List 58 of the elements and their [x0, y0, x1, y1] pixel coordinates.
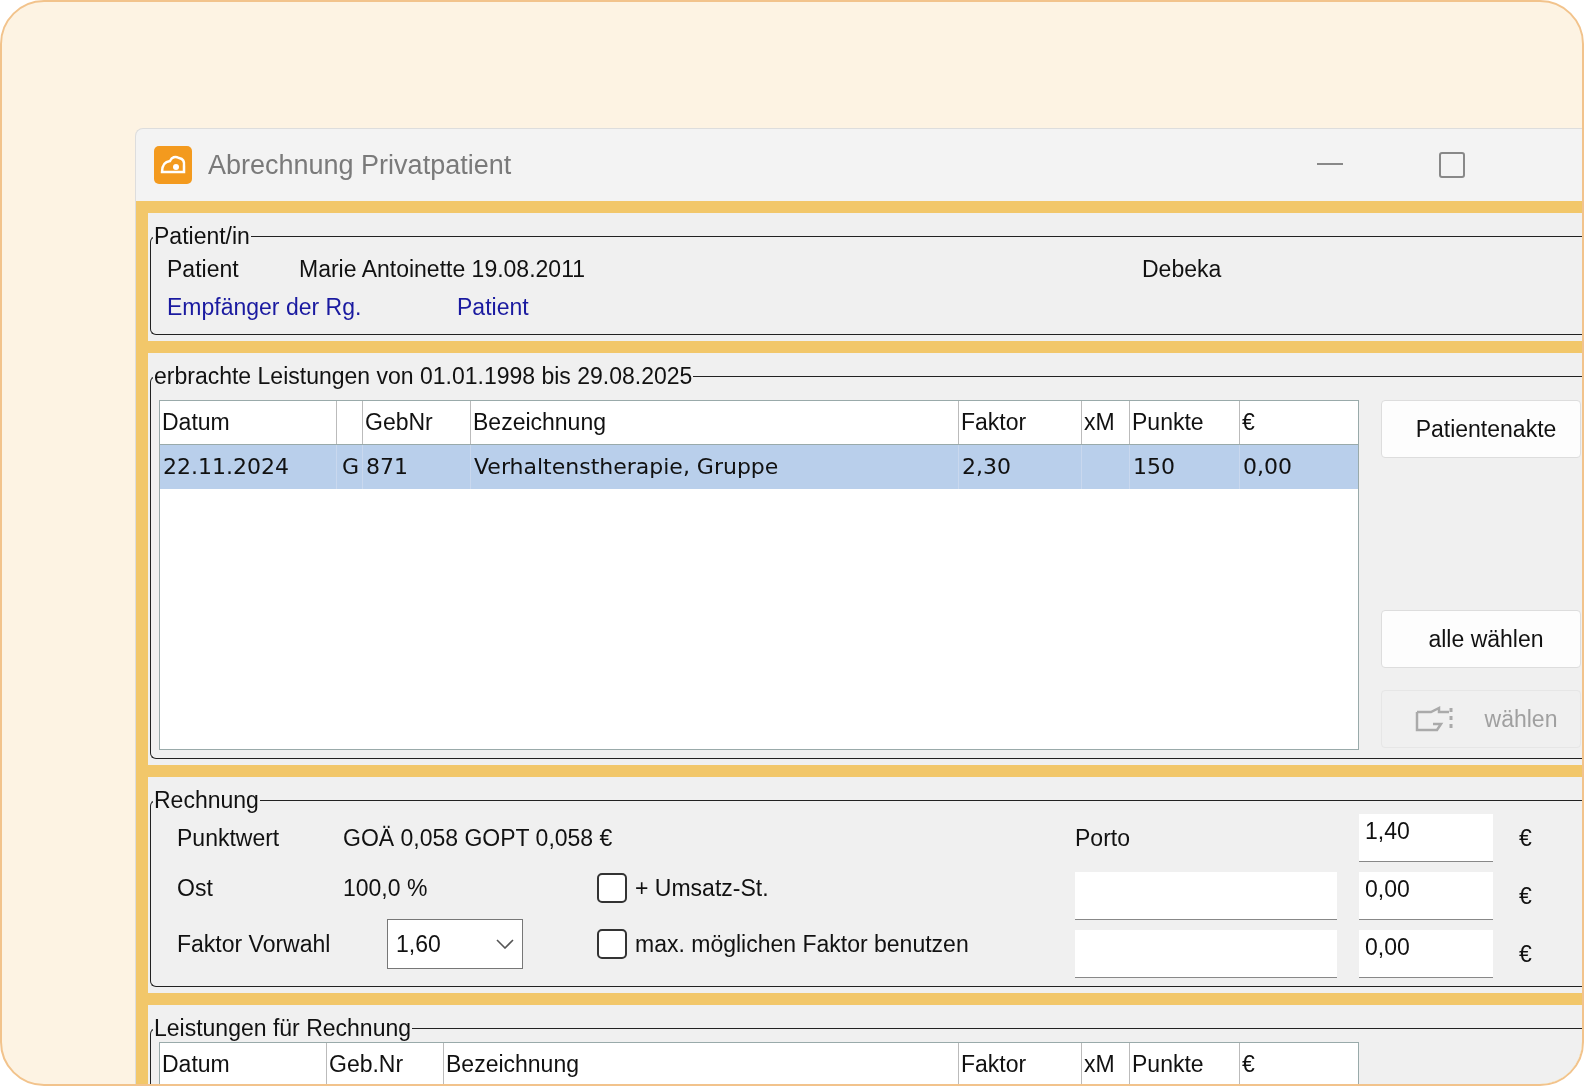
field-label: Faktor Vorwahl	[177, 930, 332, 958]
minimize-icon[interactable]	[1317, 163, 1344, 167]
app-icon	[154, 146, 192, 184]
column-header[interactable]: Faktor	[959, 401, 1082, 444]
table-cell: 871	[366, 454, 408, 479]
column-header[interactable]: Faktor	[959, 1043, 1082, 1084]
recipient-value: Patient	[457, 293, 529, 321]
insurer-value: Debeka	[1142, 255, 1222, 283]
column-header[interactable]: Punkte	[1130, 1043, 1240, 1084]
field-label: Porto	[1075, 824, 1131, 852]
column-header[interactable]: Bezeichnung	[444, 1043, 959, 1084]
column-header[interactable]: Datum	[160, 1043, 327, 1084]
text-field[interactable]	[1075, 872, 1337, 920]
checkbox-label: max. möglichen Faktor benutzen	[635, 930, 969, 958]
text-field[interactable]	[1075, 930, 1337, 978]
pointing-hand-icon	[1414, 704, 1455, 734]
column-header[interactable]: GebNr	[363, 401, 471, 444]
window-title: Abrechnung Privatpatient	[208, 149, 512, 181]
currency-label: €	[1519, 940, 1532, 968]
group-title: Leistungen für Rechnung	[153, 1015, 413, 1042]
factor-dropdown[interactable]: 1,60	[387, 919, 523, 969]
table-cell: G	[341, 454, 359, 479]
group-title: Patient/in	[153, 223, 251, 250]
column-header[interactable]: €	[1240, 401, 1358, 444]
column-header[interactable]: Punkte	[1130, 401, 1240, 444]
ost-value: 100,0 %	[343, 874, 429, 902]
field-label: Punktwert	[177, 824, 281, 852]
column-header[interactable]: Bezeichnung	[471, 401, 959, 444]
amount-field[interactable]: 0,00	[1359, 872, 1493, 920]
field-label: Ost	[177, 874, 214, 902]
chevron-down-icon	[496, 939, 514, 949]
column-header[interactable]: Geb.Nr	[327, 1043, 444, 1084]
table-cell: 0,00	[1243, 454, 1292, 479]
column-header[interactable]: xM	[1082, 401, 1130, 444]
column-header[interactable]: Datum	[160, 401, 337, 444]
checkbox-label: + Umsatz-St.	[635, 874, 769, 902]
group-title: Rechnung	[153, 787, 260, 814]
punktwert-value: GOÄ 0,058 GOPT 0,058 €	[343, 824, 613, 852]
column-header[interactable]: xM	[1082, 1043, 1130, 1084]
field-label: Patient	[167, 255, 240, 283]
patient-value: Marie Antoinette 19.08.2011	[299, 255, 586, 283]
column-header[interactable]: €	[1240, 1043, 1358, 1084]
table-row[interactable]: 22.11.2024 G 871 Verhaltenstherapie, Gruppe 2,30 150 0,00	[160, 445, 1358, 489]
currency-label: €	[1519, 882, 1532, 910]
field-label: Empfänger der Rg.	[167, 293, 363, 321]
table-cell: Verhaltenstherapie, Gruppe	[474, 454, 779, 479]
action-button[interactable]: alle wählen	[1381, 610, 1581, 668]
action-button[interactable]: Patientenakte	[1381, 400, 1581, 458]
checkbox[interactable]	[597, 873, 627, 903]
amount-field[interactable]: 0,00	[1359, 930, 1493, 978]
maximize-icon[interactable]	[1439, 152, 1466, 178]
table-cell: 22.11.2024	[163, 454, 289, 479]
checkbox[interactable]	[597, 929, 627, 959]
amount-field[interactable]: 1,40	[1359, 814, 1493, 862]
table-cell: 2,30	[962, 454, 1011, 479]
group-title: erbrachte Leistungen von 01.01.1998 bis 29.08.2025	[153, 363, 694, 390]
currency-label: €	[1519, 824, 1532, 852]
table-cell: 150	[1133, 454, 1175, 479]
